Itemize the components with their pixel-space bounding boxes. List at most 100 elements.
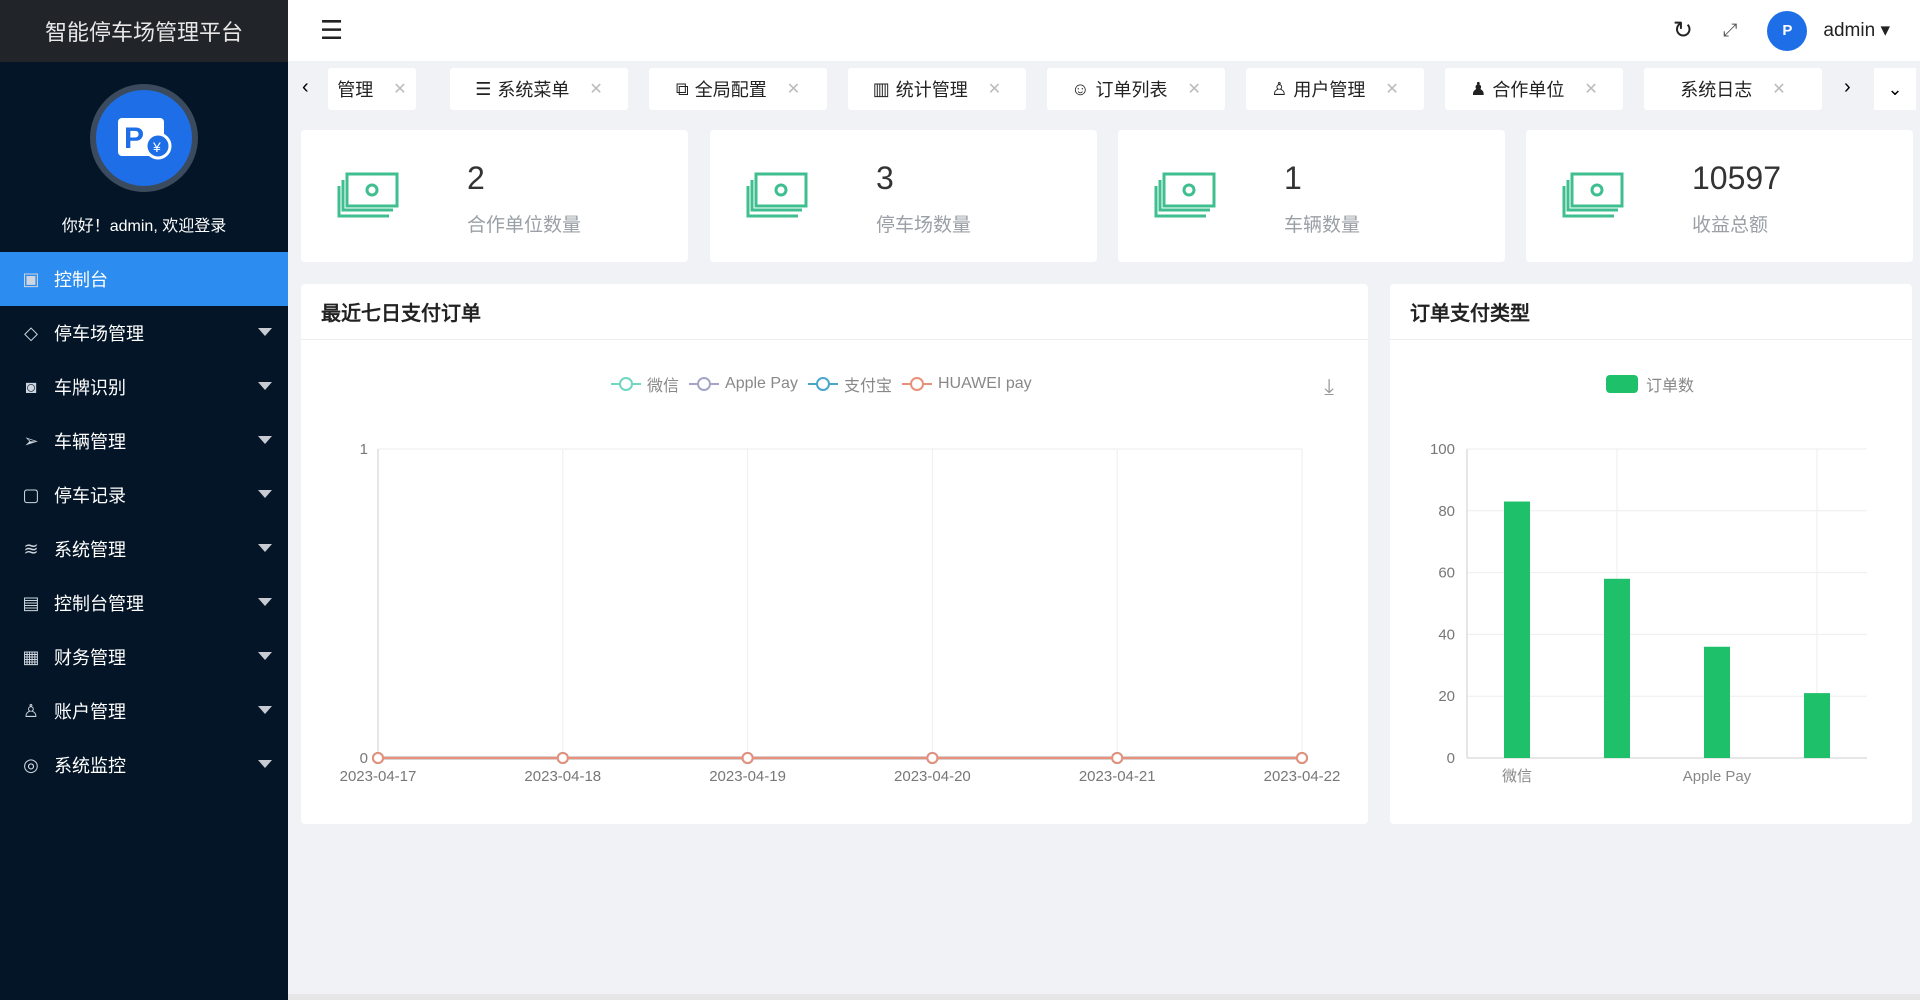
- data-point: [372, 752, 384, 764]
- close-icon[interactable]: ✕: [787, 79, 800, 99]
- tab-label: 系统菜单: [497, 80, 570, 100]
- sidebar-item-4[interactable]: ▢ 停车记录: [0, 468, 288, 522]
- layers-icon: ≋: [23, 538, 39, 559]
- y-tick-label: 1: [360, 441, 368, 458]
- user-avatar[interactable]: P: [1767, 10, 1808, 51]
- sidebar-item-2[interactable]: ◙ 车牌识别: [0, 360, 288, 414]
- tab-7[interactable]: 系统日志 ✕: [1644, 68, 1822, 110]
- tab-bar: ‹ 管理 ✕ ☰ 系统菜单 ✕ ⧉ 全局配置 ✕ ▥ 统计管理 ✕ ☺ 订单列表 ✕ ♙ 用户管理 ✕ ♟ 合作单位…: [288, 66, 1920, 110]
- horizontal-scrollbar[interactable]: [288, 994, 1920, 1000]
- tab-2[interactable]: ⧉ 全局配置 ✕: [649, 68, 827, 110]
- sidebar-item-6[interactable]: ▤ 控制台管理: [0, 576, 288, 630]
- user-menu[interactable]: admin ▾: [1823, 19, 1890, 42]
- y-tick-label: 80: [1438, 503, 1455, 520]
- sidebar-item-5[interactable]: ≋ 系统管理: [0, 522, 288, 576]
- close-icon[interactable]: ✕: [1187, 79, 1200, 99]
- bar: [1604, 578, 1630, 758]
- tab-icon: ⧉: [675, 78, 689, 99]
- clipboard-icon: ▤: [22, 592, 40, 613]
- caret-down-icon: [258, 328, 272, 336]
- sidebar-item-label: 停车记录: [54, 486, 126, 506]
- caret-down-icon: ▾: [1880, 20, 1890, 41]
- line-chart: 2023-04-17 2023-04-18 2023-04-19 2023-04-20…: [340, 441, 1341, 785]
- payment-type-panel: 订单支付类型 订单数 0 20 40 60 80 100 微信 Apple Pay: [1390, 284, 1912, 824]
- tabs-next-icon[interactable]: ›: [1844, 76, 1851, 99]
- y-tick-label: 100: [1430, 441, 1455, 458]
- refresh-icon[interactable]: ↻: [1673, 16, 1693, 45]
- tab-label: 统计管理: [895, 80, 968, 100]
- tabs-dropdown-icon[interactable]: ⌄: [1874, 68, 1916, 110]
- svg-text:P: P: [124, 122, 144, 155]
- sidebar-item-label: 控制台: [54, 270, 108, 290]
- send-icon: ➢: [23, 430, 39, 451]
- y-tick-label: 60: [1438, 565, 1455, 582]
- tab-5[interactable]: ♙ 用户管理 ✕: [1246, 68, 1424, 110]
- money-icon: [746, 172, 808, 218]
- sidebar-item-label: 系统管理: [54, 540, 126, 560]
- apps-icon: ▦: [22, 646, 40, 667]
- collapse-menu-icon[interactable]: ☰: [320, 15, 343, 46]
- caret-down-icon: [258, 490, 272, 498]
- caret-down-icon: [258, 652, 272, 660]
- bar-chart: 0 20 40 60 80 100 微信 Apple Pay: [1430, 441, 1867, 785]
- close-icon[interactable]: ✕: [393, 79, 406, 99]
- avatar[interactable]: P ¥: [90, 84, 198, 192]
- camera-outline-icon: ◎: [23, 754, 39, 775]
- close-icon[interactable]: ✕: [988, 79, 1001, 99]
- stat-label: 车辆数量: [1284, 215, 1361, 236]
- tab-0[interactable]: 管理 ✕: [328, 68, 416, 110]
- stat-card: 3 停车场数量: [710, 130, 1097, 262]
- stat-card: 2 合作单位数量: [301, 130, 688, 262]
- close-icon[interactable]: ✕: [1584, 79, 1597, 99]
- tab-4[interactable]: ☺ 订单列表 ✕: [1047, 68, 1225, 110]
- sidebar-item-1[interactable]: ◇ 停车场管理: [0, 306, 288, 360]
- close-icon[interactable]: ✕: [1385, 79, 1398, 99]
- y-tick-label: 0: [1447, 750, 1455, 767]
- sidebar-item-8[interactable]: ♙ 账户管理: [0, 684, 288, 738]
- sidebar-item-label: 财务管理: [54, 648, 126, 668]
- tab-1[interactable]: ☰ 系统菜单 ✕: [450, 68, 628, 110]
- tab-label: 全局配置: [694, 80, 767, 100]
- tab-icon: ☺: [1071, 78, 1090, 99]
- x-tick-label: 微信: [1502, 768, 1532, 785]
- tab-label: 订单列表: [1095, 80, 1168, 100]
- y-tick-label: 0: [360, 750, 368, 767]
- stat-card: 10597 收益总额: [1526, 130, 1913, 262]
- sidebar-item-9[interactable]: ◎ 系统监控: [0, 738, 288, 792]
- sidebar-item-label: 车牌识别: [54, 378, 126, 398]
- y-tick-label: 20: [1438, 688, 1455, 705]
- fullscreen-icon[interactable]: ⤢: [1723, 20, 1737, 41]
- caret-down-icon: [258, 598, 272, 606]
- camera-icon: ◙: [25, 376, 37, 397]
- welcome-text: 你好！admin, 欢迎登录: [61, 218, 227, 235]
- sidebar-item-0[interactable]: ▣ 控制台: [0, 252, 288, 306]
- sidebar-item-3[interactable]: ➢ 车辆管理: [0, 414, 288, 468]
- money-icon: [337, 172, 399, 218]
- y-tick-label: 40: [1438, 626, 1455, 643]
- money-icon: [1154, 172, 1216, 218]
- user-icon: ♙: [22, 700, 40, 721]
- sidebar-item-label: 停车场管理: [54, 324, 144, 344]
- x-tick-label: 2023-04-18: [524, 768, 601, 785]
- sidebar-item-7[interactable]: ▦ 财务管理: [0, 630, 288, 684]
- recent-orders-panel: 最近七日支付订单 微信 Apple Pay 支付宝 HUAWEI pay ⤓ 2023…: [301, 284, 1368, 824]
- caret-down-icon: [258, 760, 272, 768]
- caret-down-icon: [258, 544, 272, 552]
- sidebar-item-label: 账户管理: [54, 702, 126, 722]
- user-name: admin: [1823, 20, 1876, 41]
- tab-6[interactable]: ♟ 合作单位 ✕: [1445, 68, 1623, 110]
- svg-text:¥: ¥: [152, 139, 161, 155]
- tab-3[interactable]: ▥ 统计管理 ✕: [848, 68, 1026, 110]
- caret-down-icon: [258, 706, 272, 714]
- data-point: [556, 752, 569, 764]
- tabs-prev-icon[interactable]: ‹: [302, 76, 309, 99]
- x-tick-label: 2023-04-22: [1264, 768, 1341, 785]
- stat-card: 1 车辆数量: [1118, 130, 1505, 262]
- bar: [1504, 501, 1530, 758]
- header: ☰ ↻ ⤢ P admin ▾: [288, 0, 1920, 61]
- sidebar-item-label: 控制台管理: [54, 594, 144, 614]
- close-icon[interactable]: ✕: [589, 79, 602, 99]
- close-icon[interactable]: ✕: [1772, 79, 1785, 99]
- bar: [1704, 646, 1730, 758]
- dashboard-icon: ▣: [22, 268, 40, 289]
